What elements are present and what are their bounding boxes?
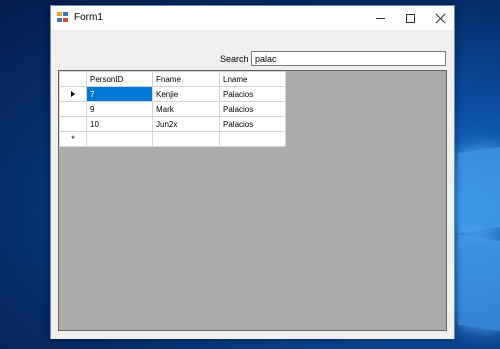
grid-cell-lname[interactable]: Palacios [219, 101, 286, 117]
grid-cell-fname[interactable]: Kenjie [152, 86, 220, 102]
title-bar[interactable]: Form1 [51, 6, 454, 30]
table-row[interactable]: 9 Mark Palacios [59, 101, 286, 117]
new-row[interactable]: * [59, 131, 286, 147]
windows-logo-pane [458, 147, 500, 233]
close-icon [435, 13, 446, 24]
form1-window: Form1 Search : PersonID Fname Lname [50, 5, 455, 339]
grid-cell-fname[interactable]: Mark [152, 101, 220, 117]
new-row-marker[interactable]: * [59, 131, 87, 147]
table-row[interactable]: 10 Jun2x Palacios [59, 116, 286, 132]
grid-cell-fname[interactable] [152, 131, 220, 147]
column-header-fname[interactable]: Fname [152, 71, 220, 87]
window-title: Form1 [74, 12, 103, 23]
column-header-lname[interactable]: Lname [219, 71, 286, 87]
column-header-personid[interactable]: PersonID [86, 71, 153, 87]
search-label: Search : [220, 54, 254, 64]
minimize-icon [375, 17, 385, 19]
grid-cell-personid[interactable] [86, 131, 153, 147]
form-client-area: Search : PersonID Fname Lname 7 Kenjie P… [51, 30, 454, 339]
grid-cell-personid[interactable]: 9 [86, 101, 153, 117]
grid-cell-lname[interactable]: Palacios [219, 116, 286, 132]
grid-cell-lname[interactable] [219, 131, 286, 147]
row-header[interactable] [59, 101, 87, 117]
grid-cell-personid[interactable]: 10 [86, 116, 153, 132]
row-header[interactable] [59, 116, 87, 132]
row-pointer-icon [71, 90, 75, 97]
grid-cell-personid[interactable]: 7 [86, 86, 153, 102]
table-row[interactable]: 7 Kenjie Palacios [59, 86, 286, 102]
search-input[interactable] [251, 51, 446, 66]
grid-cell-fname[interactable]: Jun2x [152, 116, 220, 132]
windows-logo-pane [458, 235, 500, 331]
maximize-icon [405, 13, 415, 23]
grid-corner-header[interactable] [59, 71, 87, 87]
grid-cell-lname[interactable]: Palacios [219, 86, 286, 102]
minimize-button[interactable] [365, 6, 395, 30]
grid-header-row: PersonID Fname Lname [59, 71, 286, 87]
maximize-button[interactable] [395, 6, 425, 30]
close-button[interactable] [425, 6, 455, 30]
data-grid-view[interactable]: PersonID Fname Lname 7 Kenjie Palacios 9… [58, 70, 447, 331]
data-grid-table: PersonID Fname Lname 7 Kenjie Palacios 9… [59, 71, 286, 147]
winforms-app-icon[interactable] [57, 12, 69, 23]
row-header[interactable] [59, 86, 87, 102]
